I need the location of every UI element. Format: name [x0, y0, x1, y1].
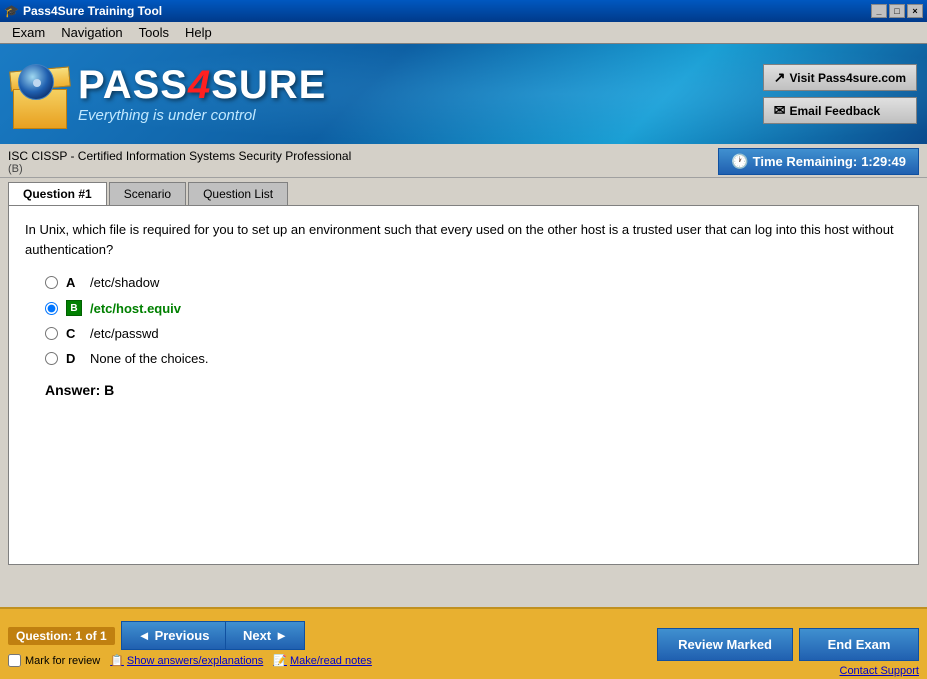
- nav-top-row: Question: 1 of 1 ◄ Previous Next ►: [8, 621, 372, 650]
- timer-box: 🕐 Time Remaining: 1:29:49: [718, 148, 919, 175]
- window-controls[interactable]: _ □ ×: [871, 4, 923, 18]
- menu-tools[interactable]: Tools: [131, 23, 177, 42]
- review-marked-button[interactable]: Review Marked: [657, 628, 793, 661]
- show-answers-label: Show answers/explanations: [127, 655, 263, 667]
- bottom-navigation: Question: 1 of 1 ◄ Previous Next ► Mark …: [0, 607, 927, 679]
- show-answers-icon: 📋: [110, 654, 124, 667]
- mark-review-label: Mark for review: [25, 655, 100, 667]
- logo-icon: [10, 59, 70, 129]
- logo-text-area: PASS4SURE Everything is under control: [78, 65, 326, 124]
- visit-button[interactable]: ↗ Visit Pass4sure.com: [763, 64, 917, 91]
- answer-section: Answer: B: [45, 382, 902, 398]
- radio-a[interactable]: [45, 276, 58, 289]
- answer-text-c: /etc/passwd: [90, 326, 159, 341]
- cd-disc: [18, 64, 54, 100]
- app-title: Pass4Sure Training Tool: [23, 4, 162, 18]
- correct-indicator-b: B: [66, 300, 82, 316]
- menu-bar: Exam Navigation Tools Help: [0, 22, 927, 44]
- answer-option-b: B /etc/host.equiv: [45, 300, 902, 316]
- menu-navigation[interactable]: Navigation: [53, 23, 130, 42]
- visit-label: Visit Pass4sure.com: [789, 71, 906, 85]
- previous-button[interactable]: ◄ Previous: [121, 621, 226, 650]
- tab-scenario[interactable]: Scenario: [109, 182, 186, 205]
- end-exam-button[interactable]: End Exam: [799, 628, 919, 661]
- option-letter-d: D: [66, 351, 82, 366]
- visit-icon: ↗: [774, 69, 786, 86]
- make-notes-label: Make/read notes: [290, 655, 372, 667]
- header-buttons: ↗ Visit Pass4sure.com ✉ Email Feedback: [763, 64, 917, 124]
- app-icon: 🎓: [4, 4, 19, 18]
- notes-icon: 📝: [273, 654, 287, 667]
- tab-question-list[interactable]: Question List: [188, 182, 288, 205]
- logo-pass: PASS: [78, 63, 188, 107]
- contact-support-link[interactable]: Contact Support: [840, 665, 920, 677]
- email-feedback-button[interactable]: ✉ Email Feedback: [763, 97, 917, 124]
- menu-help[interactable]: Help: [177, 23, 220, 42]
- answer-label-text: Answer:: [45, 382, 100, 398]
- logo-four: 4: [188, 63, 211, 107]
- tab-question[interactable]: Question #1: [8, 182, 107, 205]
- next-label: Next: [243, 628, 271, 643]
- radio-c[interactable]: [45, 327, 58, 340]
- nav-bottom-row: Mark for review 📋 Show answers/explanati…: [8, 654, 372, 667]
- clock-icon: 🕐: [731, 153, 748, 170]
- timer-value: 1:29:49: [861, 154, 906, 169]
- tabs-bar: Question #1 Scenario Question List: [0, 178, 927, 205]
- email-label: Email Feedback: [789, 104, 880, 118]
- nav-buttons: ◄ Previous Next ►: [121, 621, 306, 650]
- prev-arrow-icon: ◄: [138, 628, 151, 643]
- menu-exam[interactable]: Exam: [4, 23, 53, 42]
- answer-text-d: None of the choices.: [90, 351, 209, 366]
- prev-label: Previous: [155, 628, 210, 643]
- right-nav-buttons: Review Marked End Exam: [657, 628, 919, 661]
- label-d[interactable]: D: [66, 351, 82, 366]
- logo-sure: SURE: [211, 63, 326, 107]
- answer-text-a: /etc/shadow: [90, 275, 159, 290]
- timer-label: Time Remaining:: [753, 154, 858, 169]
- next-arrow-icon: ►: [275, 628, 288, 643]
- radio-d[interactable]: [45, 352, 58, 365]
- title-left: 🎓 Pass4Sure Training Tool: [4, 4, 162, 18]
- mark-review-checkbox-label[interactable]: Mark for review: [8, 654, 100, 667]
- logo-text: PASS4SURE: [78, 65, 326, 105]
- mark-review-checkbox[interactable]: [8, 654, 21, 667]
- logo-area: PASS4SURE Everything is under control: [10, 59, 326, 129]
- next-button[interactable]: Next ►: [225, 621, 305, 650]
- logo-tagline: Everything is under control: [78, 107, 326, 124]
- email-icon: ✉: [774, 102, 786, 119]
- option-letter-a: A: [66, 275, 82, 290]
- header-banner: PASS4SURE Everything is under control ↗ …: [0, 44, 927, 144]
- label-b[interactable]: B: [66, 300, 82, 316]
- nav-left-section: Question: 1 of 1 ◄ Previous Next ► Mark …: [8, 621, 372, 667]
- title-bar: 🎓 Pass4Sure Training Tool _ □ ×: [0, 0, 927, 22]
- make-notes-link[interactable]: 📝 Make/read notes: [273, 654, 372, 667]
- minimize-button[interactable]: _: [871, 4, 887, 18]
- answer-text-b: /etc/host.equiv: [90, 301, 181, 316]
- exam-subtitle: (B): [8, 163, 351, 175]
- maximize-button[interactable]: □: [889, 4, 905, 18]
- answer-option-c: C /etc/passwd: [45, 326, 902, 341]
- exam-title: ISC CISSP - Certified Information System…: [8, 149, 351, 163]
- exam-info-bar: ISC CISSP - Certified Information System…: [0, 144, 927, 178]
- option-letter-c: C: [66, 326, 82, 341]
- label-a[interactable]: A: [66, 275, 82, 290]
- question-counter: Question: 1 of 1: [8, 627, 115, 645]
- show-answers-link[interactable]: 📋 Show answers/explanations: [110, 654, 263, 667]
- label-c[interactable]: C: [66, 326, 82, 341]
- question-text: In Unix, which file is required for you …: [25, 220, 902, 259]
- question-container: In Unix, which file is required for you …: [8, 205, 919, 565]
- close-button[interactable]: ×: [907, 4, 923, 18]
- answer-option-d: D None of the choices.: [45, 351, 902, 366]
- radio-b[interactable]: [45, 302, 58, 315]
- answer-value: B: [104, 382, 114, 398]
- answer-option-a: A /etc/shadow: [45, 275, 902, 290]
- exam-info: ISC CISSP - Certified Information System…: [8, 149, 351, 175]
